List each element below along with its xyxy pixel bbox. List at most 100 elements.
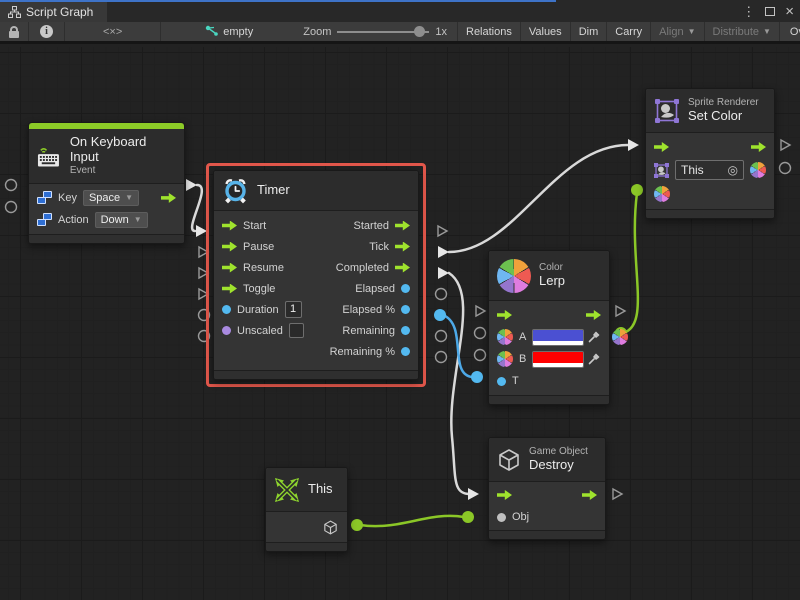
zoom-slider-handle[interactable] — [414, 26, 425, 37]
wire-tick-to-setcolor[interactable] — [449, 145, 628, 252]
node-timer[interactable]: Timer Start Started Pause Tick — [213, 170, 419, 380]
tab-script-graph[interactable]: Script Graph — [0, 2, 107, 22]
port-dot-remaining-pct[interactable] — [401, 347, 410, 356]
key-dropdown[interactable]: Space▼ — [83, 190, 139, 206]
port-timer-remaining[interactable] — [436, 331, 447, 342]
port-arrow-resume[interactable] — [222, 263, 237, 273]
port-setcolor-exit[interactable] — [781, 140, 790, 150]
color-a-control[interactable] — [532, 329, 600, 346]
port-lerp-exit[interactable] — [616, 306, 625, 316]
port-timer-tick[interactable] — [438, 246, 449, 258]
enter-arrow[interactable] — [497, 310, 512, 320]
color-port-icon[interactable] — [497, 329, 513, 345]
key-label: Key — [58, 192, 77, 204]
color-port-icon[interactable] — [497, 351, 513, 367]
close-icon[interactable]: × — [785, 3, 794, 20]
node-on-keyboard-input[interactable]: On Keyboard Input Event Key Space▼ Actio… — [28, 122, 185, 244]
node-destroy[interactable]: Game Object Destroy Obj — [488, 437, 606, 540]
port-dot-unscaled[interactable] — [222, 326, 231, 335]
port-arrow-pause[interactable] — [222, 242, 237, 252]
overview-button[interactable]: Overview — [780, 22, 800, 41]
gameobject-port-icon[interactable] — [322, 519, 339, 536]
window-menu-icon[interactable]: ⋮ — [742, 4, 755, 20]
port-dot-duration[interactable] — [222, 305, 231, 314]
port-lerp-enter[interactable] — [476, 306, 485, 316]
port-keyboard-trigger-out[interactable] — [186, 179, 197, 191]
obj-port-dot[interactable] — [497, 513, 506, 522]
result-port-icon[interactable] — [612, 329, 628, 345]
port-timer-started[interactable] — [438, 226, 447, 236]
port-arrow-started[interactable] — [395, 221, 410, 231]
trigger-out-arrow[interactable] — [161, 193, 176, 203]
t-label: T — [512, 375, 519, 387]
code-view-button[interactable]: <×> — [65, 22, 161, 41]
zoom-label: Zoom — [303, 26, 331, 38]
graph-breadcrumb[interactable]: empty — [161, 22, 261, 41]
port-destroy-obj[interactable] — [462, 511, 474, 523]
action-dropdown[interactable]: Down▼ — [95, 212, 148, 228]
values-button[interactable]: Values — [521, 22, 571, 41]
color-wheel-in-icon[interactable] — [654, 186, 670, 202]
unscaled-checkbox[interactable] — [289, 323, 304, 338]
port-arrow-start[interactable] — [222, 221, 237, 231]
port-lerp-t[interactable] — [471, 371, 483, 383]
color-b-swatch[interactable] — [533, 352, 583, 363]
zoom-slider[interactable] — [337, 31, 429, 33]
node-color-lerp[interactable]: Color Lerp A B — [488, 250, 610, 405]
port-keyboard-key[interactable] — [6, 180, 17, 191]
wire-lerp-to-setcolor-color[interactable] — [623, 193, 638, 333]
port-dot-remaining[interactable] — [401, 326, 410, 335]
port-timer-remaining-pct[interactable] — [436, 352, 447, 363]
distribute-button[interactable]: Distribute▼ — [705, 22, 780, 41]
port-arrow-toggle[interactable] — [222, 284, 237, 294]
port-destroy-exit[interactable] — [613, 489, 622, 499]
eyedropper-icon[interactable] — [588, 353, 600, 365]
port-arrow-completed[interactable] — [395, 263, 410, 273]
info-button[interactable]: i — [29, 22, 65, 41]
code-icon: <×> — [103, 26, 122, 38]
node-this[interactable]: This — [265, 467, 348, 552]
port-dot-elapsed-pct[interactable] — [401, 305, 410, 314]
port-keyboard-action[interactable] — [6, 202, 17, 213]
node-title: On Keyboard Input — [70, 135, 174, 165]
duration-input[interactable]: 1 — [285, 301, 302, 318]
dim-button[interactable]: Dim — [571, 22, 608, 41]
exit-arrow[interactable] — [751, 142, 766, 152]
exit-arrow[interactable] — [582, 490, 597, 500]
port-timer-completed[interactable] — [438, 267, 449, 279]
align-button[interactable]: Align▼ — [651, 22, 704, 41]
enter-arrow[interactable] — [654, 142, 669, 152]
port-lerp-a[interactable] — [475, 328, 486, 339]
port-timer-elapsed[interactable] — [436, 289, 447, 300]
color-wheel-out-icon[interactable] — [750, 162, 766, 178]
graph-canvas[interactable]: On Keyboard Input Event Key Space▼ Actio… — [0, 47, 800, 600]
maximize-icon[interactable] — [765, 7, 775, 16]
port-this-out[interactable] — [351, 519, 363, 531]
t-port-dot[interactable] — [497, 377, 506, 386]
lerp-t-row: T — [489, 370, 609, 392]
eyedropper-icon[interactable] — [588, 331, 600, 343]
node-set-color[interactable]: Sprite Renderer Set Color This ◎ — [645, 88, 775, 219]
port-timer-elapsed-pct[interactable] — [434, 309, 446, 321]
port-setcolor-enter[interactable] — [628, 139, 639, 151]
carry-button[interactable]: Carry — [607, 22, 651, 41]
port-setcolor-color-in[interactable] — [631, 184, 643, 196]
target-field[interactable]: This ◎ — [675, 160, 744, 180]
lock-button[interactable] — [0, 22, 29, 41]
wire-completed-to-destroy[interactable] — [449, 273, 470, 494]
relations-button[interactable]: Relations — [457, 22, 521, 41]
port-setcolor-out[interactable] — [780, 163, 791, 174]
wire-elapsed-to-lerp-t[interactable] — [443, 315, 472, 377]
port-lerp-b[interactable] — [475, 350, 486, 361]
port-destroy-enter[interactable] — [468, 488, 479, 500]
enter-arrow[interactable] — [497, 490, 512, 500]
wire-this-to-destroy-obj[interactable] — [360, 516, 464, 526]
port-arrow-tick[interactable] — [395, 242, 410, 252]
color-a-swatch[interactable] — [533, 330, 583, 341]
port-dot-elapsed[interactable] — [401, 284, 410, 293]
wire-keyboard-to-timer-start[interactable] — [192, 185, 202, 231]
exit-arrow[interactable] — [586, 310, 601, 320]
target-picker-icon[interactable]: ◎ — [728, 163, 738, 177]
resume-label: Resume — [243, 262, 284, 274]
color-b-control[interactable] — [532, 351, 600, 368]
